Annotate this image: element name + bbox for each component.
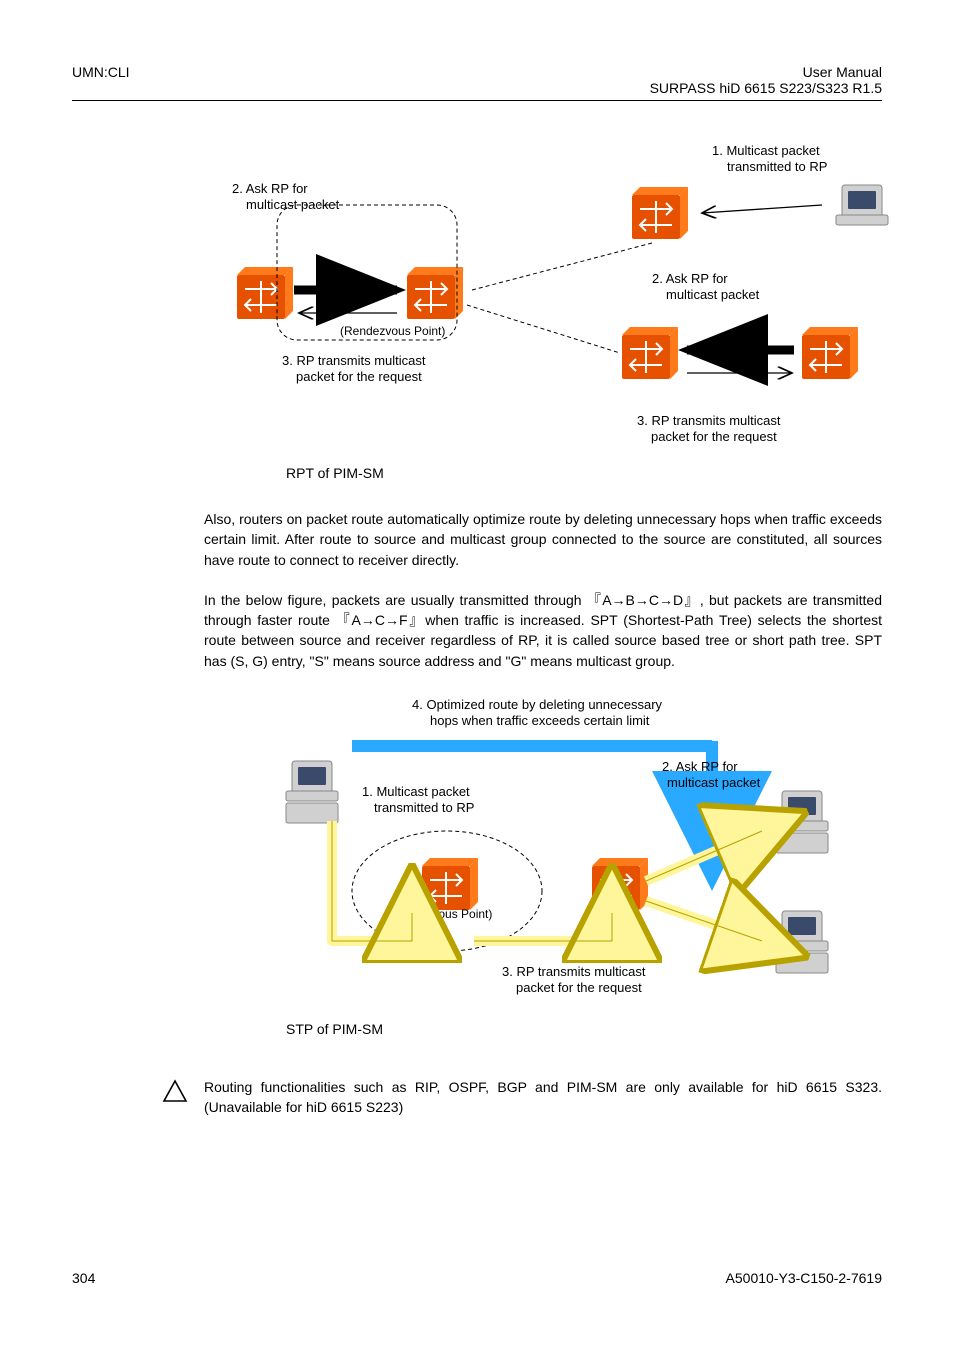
paragraph-1: Also, routers on packet route automatica… bbox=[204, 509, 882, 570]
d2-label-top-right: 2. Ask RP formulticast packet bbox=[662, 759, 761, 790]
caption-diagram1: RPT of PIM-SM bbox=[286, 465, 882, 481]
caption-diagram2: STP of PIM-SM bbox=[286, 1021, 882, 1037]
diagram-stp-pim-sm: 4. Optimized route by deleting unnecessa… bbox=[222, 691, 922, 1011]
d2-rp-label: (Rendezvous Point) bbox=[387, 907, 492, 921]
note-text: Routing functionalities such as RIP, OSP… bbox=[204, 1077, 882, 1118]
diagram-rpt-pim-sm: 1. Multicast packettransmitted to RP (Re… bbox=[182, 135, 922, 455]
header-right-line2: SURPASS hiD 6615 S223/S323 R1.5 bbox=[650, 80, 882, 96]
d1-label-top-left: 2. Ask RP formulticast packet bbox=[232, 181, 340, 212]
footer-doc-id: A50010-Y3-C150-2-7619 bbox=[726, 1270, 882, 1286]
footer-page-number: 304 bbox=[72, 1270, 95, 1286]
d1-rp-label: (Rendezvous Point) bbox=[340, 324, 445, 338]
paragraph-2: In the below figure, packets are usually… bbox=[204, 590, 882, 671]
d1-label-bottom-right: 3. RP transmits multicastpacket for the … bbox=[637, 413, 781, 444]
d1-label-mid-right: 2. Ask RP formulticast packet bbox=[652, 271, 760, 302]
d1-label-bottom-left: 3. RP transmits multicastpacket for the … bbox=[282, 353, 426, 384]
header-rule bbox=[72, 100, 882, 101]
d2-label-mid-left: 1. Multicast packettransmitted to RP bbox=[362, 784, 474, 815]
page-header: UMN:CLI User Manual SURPASS hiD 6615 S22… bbox=[72, 64, 882, 96]
warning-triangle-icon bbox=[162, 1079, 188, 1103]
header-right-line1: User Manual bbox=[650, 64, 882, 80]
d1-label-top-right: 1. Multicast packettransmitted to RP bbox=[712, 143, 827, 174]
header-left: UMN:CLI bbox=[72, 64, 130, 96]
d2-label-top: 4. Optimized route by deleting unnecessa… bbox=[412, 697, 663, 728]
d2-label-bottom: 3. RP transmits multicastpacket for the … bbox=[502, 964, 646, 995]
page-footer: 304 A50010-Y3-C150-2-7619 bbox=[72, 1270, 882, 1286]
